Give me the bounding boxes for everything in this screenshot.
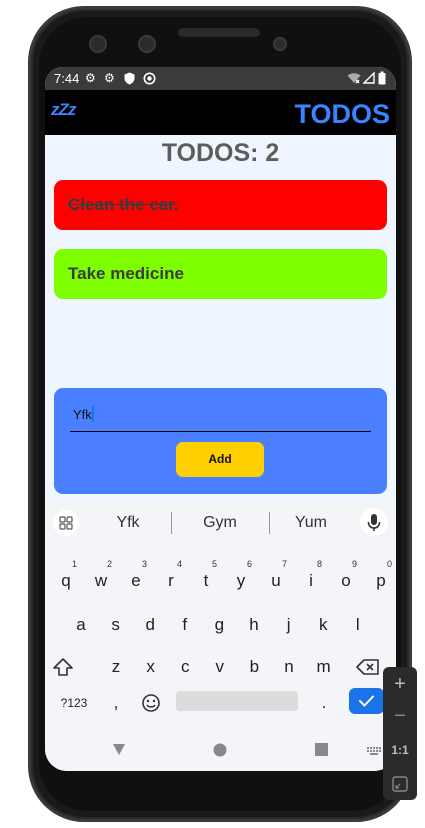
key-label: y	[236, 571, 246, 590]
key-hint: 1	[71, 559, 77, 569]
key-f[interactable]: f	[168, 606, 202, 644]
key-hint: 5	[211, 559, 217, 569]
key-label: u	[271, 571, 281, 590]
gear-icon: ⚙	[85, 71, 96, 85]
fit-screen-icon[interactable]	[392, 776, 408, 792]
key-a[interactable]: a	[64, 606, 98, 644]
home-icon[interactable]	[213, 743, 227, 757]
sleep-logo-icon: zZz	[51, 100, 76, 119]
back-icon[interactable]	[112, 743, 126, 756]
key-t[interactable]: t5	[189, 559, 223, 600]
key-r[interactable]: r4	[154, 559, 188, 600]
suggestion-3[interactable]: Yum	[266, 514, 356, 532]
key-m[interactable]: m	[307, 648, 341, 686]
key-hint: 8	[316, 559, 322, 569]
key-l[interactable]: l	[341, 606, 375, 644]
actual-size-button[interactable]: 1:1	[383, 743, 417, 757]
key-e[interactable]: e3	[119, 559, 153, 600]
enter-key[interactable]	[349, 688, 384, 714]
status-time: 7:44	[54, 71, 80, 86]
key-d[interactable]: d	[133, 606, 167, 644]
key-o[interactable]: o9	[329, 559, 363, 600]
todo-counter: TODOS: 2	[161, 139, 280, 167]
recents-icon[interactable]	[315, 743, 328, 756]
front-camera	[89, 35, 107, 53]
todo-item[interactable]: Take medicine	[54, 249, 387, 299]
key-c[interactable]: c	[168, 648, 202, 686]
add-todo-panel: Yfk Add	[54, 388, 387, 494]
key-n[interactable]: n	[272, 648, 306, 686]
proximity-sensor	[273, 37, 287, 51]
key-label: r	[168, 571, 174, 590]
key-h[interactable]: h	[237, 606, 271, 644]
key-g[interactable]: g	[202, 606, 236, 644]
keyboard-switch-icon[interactable]	[367, 747, 381, 756]
emoji-icon[interactable]	[134, 684, 168, 722]
wifi-icon	[347, 73, 361, 84]
soft-keyboard: Yfk Gym Yum q1w2e3r4t5y6u7i8o9p0 asdfghj…	[45, 500, 396, 771]
key-hint: 4	[176, 559, 182, 569]
status-bar: 7:44 ⚙ ⚙	[45, 67, 396, 90]
app-bar: zZz TODOS	[45, 90, 396, 135]
key-label: p	[376, 571, 386, 590]
key-label: q	[61, 571, 71, 590]
suggestion-strip: Yfk Gym Yum	[45, 500, 396, 542]
key-hint: 7	[281, 559, 287, 569]
front-sensor	[138, 35, 156, 53]
key-j[interactable]: j	[272, 606, 306, 644]
gear-icon: ⚙	[104, 71, 115, 85]
key-label: i	[309, 571, 313, 590]
todo-text: Take medicine	[68, 264, 184, 283]
device-screen: 7:44 ⚙ ⚙ zZz TODOS TODOS: 2 Clean the ca…	[45, 67, 396, 771]
key-x[interactable]: x	[134, 648, 168, 686]
todo-text: Clean the car.	[68, 195, 179, 214]
key-u[interactable]: u7	[259, 559, 293, 600]
key-label: o	[341, 571, 351, 590]
todo-input-value: Yfk	[73, 407, 92, 422]
symbols-key[interactable]: ?123	[54, 684, 94, 722]
app-title: TODOS	[294, 99, 390, 129]
key-y[interactable]: y6	[224, 559, 258, 600]
key-label: w	[94, 571, 108, 590]
earpiece-speaker	[178, 28, 260, 37]
key-i[interactable]: i8	[294, 559, 328, 600]
suggestion-divider	[171, 512, 172, 534]
zoom-in-icon[interactable]: +	[383, 673, 417, 696]
todo-item-done[interactable]: Clean the car.	[54, 180, 387, 230]
battery-icon	[378, 71, 386, 85]
key-w[interactable]: w2	[84, 559, 118, 600]
period-key[interactable]: .	[307, 684, 341, 722]
add-button[interactable]: Add	[176, 442, 264, 477]
apps-grid-icon[interactable]	[53, 510, 79, 536]
key-hint: 9	[351, 559, 357, 569]
key-p[interactable]: p0	[364, 559, 396, 600]
suggestion-2[interactable]: Gym	[175, 514, 265, 532]
todo-input[interactable]: Yfk	[70, 402, 371, 432]
key-k[interactable]: k	[306, 606, 340, 644]
microphone-icon[interactable]	[360, 508, 388, 536]
emulator-side-toolbar: + − 1:1	[383, 667, 417, 800]
comma-key[interactable]: ,	[99, 684, 133, 722]
backspace-key[interactable]	[351, 648, 385, 686]
key-label: t	[203, 571, 209, 590]
signal-icon	[363, 72, 375, 84]
circle-a-icon	[143, 72, 156, 85]
shield-icon	[124, 72, 135, 85]
navigation-bar	[45, 733, 396, 771]
zoom-out-icon[interactable]: −	[383, 705, 417, 728]
shift-key[interactable]	[46, 648, 80, 686]
suggestion-1[interactable]: Yfk	[83, 514, 173, 532]
key-q[interactable]: q1	[49, 559, 83, 600]
key-hint: 0	[386, 559, 392, 569]
key-z[interactable]: z	[99, 648, 133, 686]
key-s[interactable]: s	[99, 606, 133, 644]
text-caret	[91, 406, 94, 422]
key-hint: 3	[141, 559, 147, 569]
key-label: e	[131, 571, 141, 590]
key-v[interactable]: v	[203, 648, 237, 686]
space-bar[interactable]	[176, 691, 298, 711]
key-hint: 6	[246, 559, 252, 569]
key-b[interactable]: b	[237, 648, 271, 686]
key-hint: 2	[106, 559, 112, 569]
